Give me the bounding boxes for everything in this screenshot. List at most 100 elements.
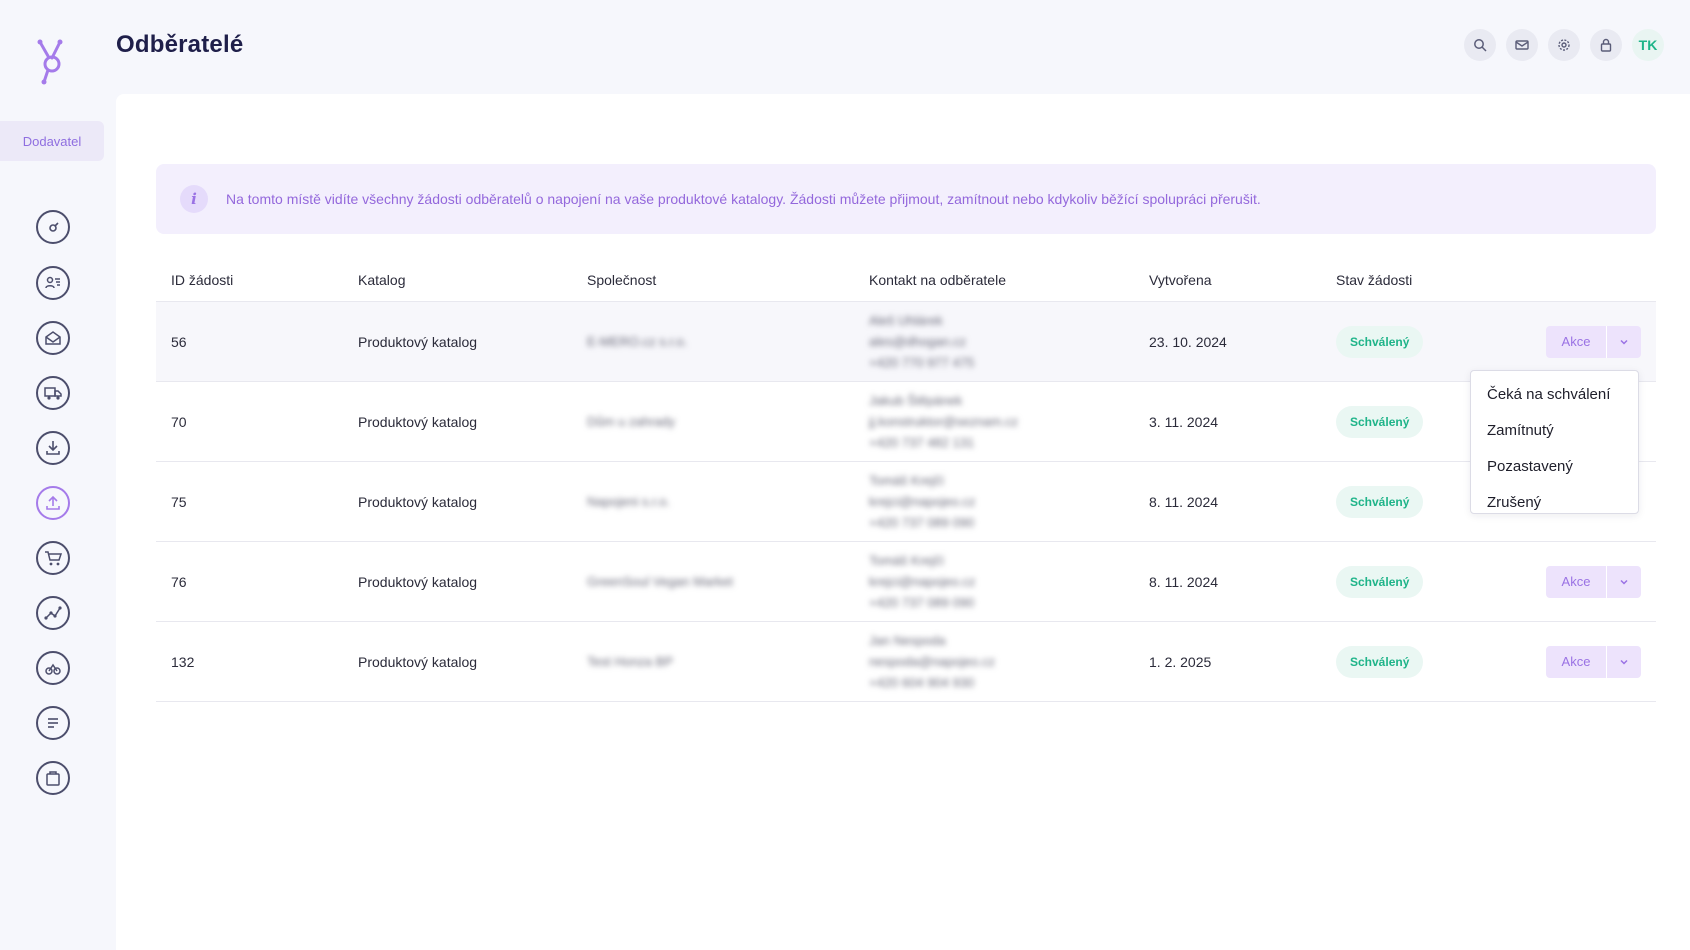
cell-catalog: Produktový katalog bbox=[358, 573, 478, 590]
status-dropdown-menu: Čeká na schválení Zamítnutý Pozastavený … bbox=[1470, 370, 1639, 514]
menu-item-cancelled[interactable]: Zrušený bbox=[1471, 484, 1638, 520]
contact-email: nespoda@napojeo.cz bbox=[869, 653, 995, 669]
contact-phone: +420 770 977 475 bbox=[869, 354, 975, 370]
list-icon[interactable] bbox=[36, 706, 70, 740]
contact-email: krejci@napojeo.cz bbox=[869, 573, 976, 589]
status-badge: Schválený bbox=[1336, 645, 1424, 678]
contact-phone: +420 737 089 090 bbox=[869, 594, 975, 610]
mail-icon[interactable] bbox=[1506, 29, 1538, 61]
status-badge: Schválený bbox=[1336, 325, 1424, 358]
page-title: Odběratelé bbox=[116, 31, 244, 58]
cell-id: 76 bbox=[171, 573, 187, 590]
contact-email: ales@dhogan.cz bbox=[869, 333, 967, 349]
gear-icon[interactable] bbox=[1548, 29, 1580, 61]
cell-company: GreenSoul Vegan Market bbox=[587, 574, 733, 589]
cell-id: 70 bbox=[171, 413, 187, 430]
menu-item-pending[interactable]: Čeká na schválení bbox=[1471, 376, 1638, 412]
contact-name: Jan Nespoda bbox=[869, 632, 946, 648]
cell-company: E-MERO.cz s.r.o. bbox=[587, 334, 688, 349]
cell-contact: Jan Nespoda nespoda@napojeo.cz +420 604 … bbox=[869, 633, 995, 691]
contact-email: krejci@napojeo.cz bbox=[869, 493, 976, 509]
contact-name: Tomáš Krejčí bbox=[869, 552, 945, 568]
upload-icon[interactable] bbox=[36, 486, 70, 520]
sidebar: Dodavatel bbox=[0, 0, 116, 950]
cell-contact: Aleš Uhlárek ales@dhogan.cz +420 770 977… bbox=[869, 313, 974, 371]
header-created[interactable]: Vytvořena bbox=[1149, 272, 1212, 288]
truck-icon[interactable] bbox=[36, 376, 70, 410]
role-tab-dodavatel[interactable]: Dodavatel bbox=[0, 121, 104, 161]
menu-item-rejected[interactable]: Zamítnutý bbox=[1471, 412, 1638, 448]
chevron-down-icon bbox=[1620, 659, 1628, 665]
download-icon[interactable] bbox=[36, 431, 70, 465]
cell-contact: Tomáš Krejčí krejci@napojeo.cz +420 737 … bbox=[869, 553, 975, 611]
cell-created: 23. 10. 2024 bbox=[1149, 333, 1227, 350]
cell-catalog: Produktový katalog bbox=[358, 493, 478, 510]
action-dropdown-toggle[interactable] bbox=[1607, 325, 1641, 358]
cell-company: Napojeni s.r.o. bbox=[587, 494, 671, 509]
cell-id: 132 bbox=[171, 653, 195, 670]
header-contact[interactable]: Kontakt na odběratele bbox=[869, 272, 1006, 288]
status-badge: Schválený bbox=[1336, 565, 1424, 598]
contact-name: Aleš Uhlárek bbox=[869, 312, 943, 328]
top-actions: TK bbox=[1464, 29, 1664, 61]
contacts-icon[interactable] bbox=[36, 266, 70, 300]
info-icon: i bbox=[180, 185, 208, 213]
cell-catalog: Produktový katalog bbox=[358, 653, 478, 670]
bag-icon[interactable] bbox=[36, 761, 70, 795]
cell-catalog: Produktový katalog bbox=[358, 333, 478, 350]
cell-catalog: Produktový katalog bbox=[358, 413, 478, 430]
contact-name: Jakub Štěpánek bbox=[869, 392, 963, 408]
cell-created: 8. 11. 2024 bbox=[1149, 493, 1219, 510]
cart-icon[interactable] bbox=[36, 541, 70, 575]
speed-icon[interactable] bbox=[36, 651, 70, 685]
cell-created: 1. 2. 2025 bbox=[1149, 653, 1212, 670]
cell-id: 75 bbox=[171, 493, 187, 510]
info-text: Na tomto místě vidíte všechny žádosti od… bbox=[226, 191, 1261, 207]
info-banner: i Na tomto místě vidíte všechny žádosti … bbox=[156, 164, 1656, 234]
table-header: ID žádosti Katalog Společnost Kontakt na… bbox=[156, 258, 1656, 302]
main-content: i Na tomto místě vidíte všechny žádosti … bbox=[116, 94, 1690, 950]
lock-icon[interactable] bbox=[1590, 29, 1622, 61]
inbox-icon[interactable] bbox=[36, 321, 70, 355]
action-dropdown-toggle[interactable] bbox=[1607, 645, 1641, 678]
table-row[interactable]: 56 Produktový katalog E-MERO.cz s.r.o. A… bbox=[156, 302, 1656, 382]
contact-phone: +420 737 482 131 bbox=[869, 434, 975, 450]
action-button[interactable]: Akce bbox=[1546, 645, 1607, 678]
action-split-button: Akce bbox=[1546, 645, 1641, 678]
table-row[interactable]: 132 Produktový katalog Test Honza BP Jan… bbox=[156, 622, 1656, 702]
action-button[interactable]: Akce bbox=[1546, 565, 1607, 598]
cell-created: 8. 11. 2024 bbox=[1149, 573, 1219, 590]
action-dropdown-toggle[interactable] bbox=[1607, 565, 1641, 598]
contact-phone: +420 737 089 090 bbox=[869, 514, 975, 530]
cell-contact: Tomáš Krejčí krejci@napojeo.cz +420 737 … bbox=[869, 473, 975, 531]
header-status[interactable]: Stav žádosti bbox=[1336, 272, 1412, 288]
cell-contact: Jakub Štěpánek jj.konstruktor@seznam.cz … bbox=[869, 393, 1018, 451]
contact-phone: +420 604 904 930 bbox=[869, 674, 975, 690]
header-catalog[interactable]: Katalog bbox=[358, 272, 405, 288]
table-row[interactable]: 75 Produktový katalog Napojeni s.r.o. To… bbox=[156, 462, 1656, 542]
status-badge: Schválený bbox=[1336, 485, 1424, 518]
table-row[interactable]: 70 Produktový katalog Dům u zahrady Jaku… bbox=[156, 382, 1656, 462]
cell-company: Dům u zahrady bbox=[587, 414, 676, 429]
action-button[interactable]: Akce bbox=[1546, 325, 1607, 358]
contact-name: Tomáš Krejčí bbox=[869, 472, 945, 488]
dashboard-icon[interactable] bbox=[36, 210, 70, 244]
analytics-icon[interactable] bbox=[36, 596, 70, 630]
status-badge: Schválený bbox=[1336, 405, 1424, 438]
table-row[interactable]: 76 Produktový katalog GreenSoul Vegan Ma… bbox=[156, 542, 1656, 622]
action-split-button: Akce bbox=[1546, 325, 1641, 358]
avatar[interactable]: TK bbox=[1632, 29, 1664, 61]
cell-id: 56 bbox=[171, 333, 187, 350]
app-logo[interactable] bbox=[34, 38, 70, 86]
search-icon[interactable] bbox=[1464, 29, 1496, 61]
cell-created: 3. 11. 2024 bbox=[1149, 413, 1219, 430]
chevron-down-icon bbox=[1620, 579, 1628, 585]
action-split-button: Akce bbox=[1546, 565, 1641, 598]
menu-item-suspended[interactable]: Pozastavený bbox=[1471, 448, 1638, 484]
requests-table: ID žádosti Katalog Společnost Kontakt na… bbox=[156, 258, 1656, 702]
header-id[interactable]: ID žádosti bbox=[171, 272, 233, 288]
chevron-down-icon bbox=[1620, 339, 1628, 345]
header-company[interactable]: Společnost bbox=[587, 272, 656, 288]
contact-email: jj.konstruktor@seznam.cz bbox=[869, 413, 1019, 429]
cell-company: Test Honza BP bbox=[587, 654, 673, 669]
